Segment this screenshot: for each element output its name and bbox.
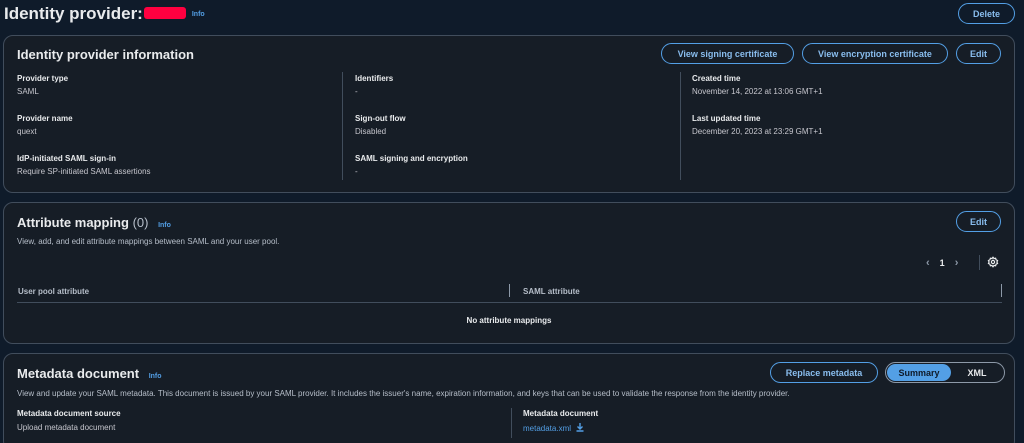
created-time-value: November 14, 2022 at 13:06 GMT+1 xyxy=(692,87,823,96)
last-updated-value: December 20, 2023 at 23:29 GMT+1 xyxy=(692,127,823,136)
info-link[interactable]: Info xyxy=(149,373,162,380)
panel-description: View, add, and edit attribute mappings b… xyxy=(17,237,280,246)
metadata-document-link[interactable]: metadata.xml xyxy=(523,422,585,434)
settings-gear-icon[interactable] xyxy=(987,256,999,270)
info-link[interactable]: Info xyxy=(158,222,171,229)
panel-title-text: Metadata document xyxy=(17,366,140,381)
panel-title: Attribute mapping (0) Info xyxy=(17,215,171,230)
metadata-source-label: Metadata document source xyxy=(17,409,121,418)
identifiers-value: - xyxy=(355,87,358,96)
panel-title: Identity provider information xyxy=(17,47,194,62)
empty-state-message: No attribute mappings xyxy=(466,316,552,325)
column-divider xyxy=(511,408,512,438)
last-updated-label: Last updated time xyxy=(692,114,761,123)
identity-provider-info-panel: Identity provider information View signi… xyxy=(3,35,1015,193)
redacted-name xyxy=(143,7,186,19)
created-time-label: Created time xyxy=(692,74,741,83)
delete-button[interactable]: Delete xyxy=(958,3,1015,24)
page-header: Identity provider: Info Delete xyxy=(0,0,1024,30)
xml-toggle[interactable]: XML xyxy=(951,364,1003,381)
page-number[interactable]: 1 xyxy=(940,258,945,268)
sign-out-flow-value: Disabled xyxy=(355,127,387,136)
column-resize-handle[interactable] xyxy=(509,284,510,297)
metadata-document-panel: Metadata document Info Replace metadata … xyxy=(3,353,1015,443)
provider-type-label: Provider type xyxy=(17,74,69,83)
column-header-saml-attribute[interactable]: SAML attribute xyxy=(523,287,580,296)
panel-description: View and update your SAML metadata. This… xyxy=(17,389,790,398)
page-title-text: Identity provider: xyxy=(4,4,143,23)
provider-name-value: quext xyxy=(17,127,37,136)
column-divider xyxy=(680,72,681,180)
view-toggle: Summary XML xyxy=(885,362,1005,383)
chevron-left-icon[interactable]: ‹ xyxy=(926,257,930,269)
metadata-source-value: Upload metadata document xyxy=(17,423,116,432)
column-divider xyxy=(342,72,343,180)
panel-title-text: Attribute mapping xyxy=(17,215,129,230)
mapping-count: (0) xyxy=(132,215,149,230)
column-header-user-pool-attribute[interactable]: User pool attribute xyxy=(18,287,89,296)
edit-button[interactable]: Edit xyxy=(956,211,1001,232)
metadata-link-text[interactable]: metadata.xml xyxy=(523,424,571,433)
table-header-divider xyxy=(17,302,1002,303)
provider-type-value: SAML xyxy=(17,87,39,96)
summary-toggle[interactable]: Summary xyxy=(887,364,951,381)
saml-signing-value: - xyxy=(355,167,358,176)
replace-metadata-button[interactable]: Replace metadata xyxy=(770,362,878,383)
metadata-document-label: Metadata document xyxy=(523,409,599,418)
saml-signing-label: SAML signing and encryption xyxy=(355,154,468,163)
panel-title: Metadata document Info xyxy=(17,366,162,381)
view-signing-certificate-button[interactable]: View signing certificate xyxy=(661,43,794,64)
attribute-mapping-panel: Attribute mapping (0) Info View, add, an… xyxy=(3,202,1015,344)
page-title: Identity provider: Info xyxy=(4,4,205,24)
edit-button[interactable]: Edit xyxy=(956,43,1001,64)
idp-sign-in-label: IdP-initiated SAML sign-in xyxy=(17,154,116,163)
column-resize-handle[interactable] xyxy=(1001,284,1002,297)
pager-divider xyxy=(979,255,980,270)
idp-sign-in-value: Require SP-initiated SAML assertions xyxy=(17,167,151,176)
pagination: ‹ 1 › xyxy=(926,257,958,269)
provider-name-label: Provider name xyxy=(17,114,73,123)
sign-out-flow-label: Sign-out flow xyxy=(355,114,406,123)
download-icon[interactable] xyxy=(575,422,585,434)
info-link[interactable]: Info xyxy=(192,11,205,18)
chevron-right-icon[interactable]: › xyxy=(955,257,959,269)
identifiers-label: Identifiers xyxy=(355,74,394,83)
view-encryption-certificate-button[interactable]: View encryption certificate xyxy=(802,43,948,64)
